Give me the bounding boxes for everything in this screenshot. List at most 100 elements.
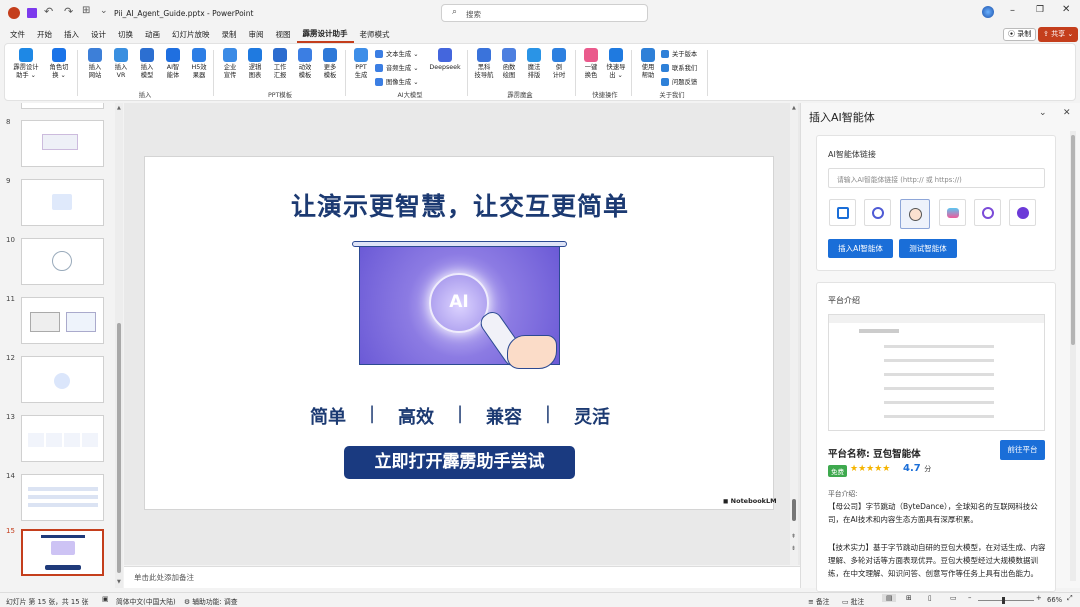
agent-platform-option-5[interactable]: [974, 199, 1001, 226]
feedback-button[interactable]: 问题反馈: [661, 77, 697, 86]
tab-home[interactable]: 开始: [31, 27, 58, 43]
platform-intro-card: 平台介绍 平台名称: 豆包智能体 前往平台 免费 ★★★★★ 4.7 分 平台介…: [816, 282, 1056, 592]
insert-website-button[interactable]: 插入 网站: [81, 48, 109, 80]
slideshow-icon[interactable]: ▭: [950, 594, 956, 602]
slide-scrollbar[interactable]: ▲ ⇞ ⇟: [790, 103, 798, 565]
tab-design[interactable]: 设计: [85, 27, 112, 43]
reading-view-icon[interactable]: ▯: [928, 594, 932, 602]
agent-platform-option-1[interactable]: [829, 199, 856, 226]
role-switch-button[interactable]: 角色切 换 ⌄: [45, 48, 73, 80]
ai-agent-button[interactable]: AI智 能体: [159, 48, 187, 80]
zoom-out-icon[interactable]: –: [968, 594, 971, 602]
cta-banner[interactable]: 立即打开霹雳助手尝试: [344, 446, 575, 479]
fit-slide-icon[interactable]: ⤢: [1067, 594, 1072, 603]
zoom-level[interactable]: 66%: [1047, 596, 1062, 604]
tab-review[interactable]: 审阅: [243, 27, 270, 43]
agent-platform-option-4[interactable]: [939, 199, 966, 226]
undo-icon[interactable]: ↶: [44, 5, 53, 18]
contact-us-button[interactable]: 联系我们: [661, 63, 697, 72]
quick-export-button[interactable]: 快速导 出 ⌄: [602, 48, 630, 80]
panel-scroll-thumb[interactable]: [1071, 135, 1075, 345]
text-generate-button[interactable]: 文本生成 ⌄: [375, 49, 418, 58]
thumbnail-scroll-thumb[interactable]: [117, 323, 121, 573]
test-agent-button[interactable]: 测试智能体: [899, 239, 957, 258]
one-click-color-button[interactable]: 一键 换色: [577, 48, 605, 80]
tab-insert[interactable]: 插入: [58, 27, 85, 43]
share-button[interactable]: ⇪ 共享 ⌄: [1038, 27, 1079, 42]
more-template-button[interactable]: 更多 模板: [316, 48, 344, 80]
notes-toggle-button[interactable]: ≡ 备注: [808, 596, 829, 606]
zoom-slider-thumb[interactable]: [1002, 597, 1005, 604]
slide-scroll-thumb[interactable]: [792, 499, 796, 521]
about-version-button[interactable]: 关于版本: [661, 49, 697, 58]
ppt-generate-button[interactable]: PPT 生成: [347, 48, 375, 80]
tab-file[interactable]: 文件: [4, 27, 31, 43]
agent-platform-option-2[interactable]: [864, 199, 891, 226]
insert-agent-button[interactable]: 插入AI智能体: [828, 239, 893, 258]
robot-icon: [871, 207, 884, 219]
agent-platform-option-3[interactable]: [900, 199, 930, 229]
slide-thumbnail-13[interactable]: [21, 415, 104, 462]
magic-layout-button[interactable]: 魔法 排版: [520, 48, 548, 80]
tab-animations[interactable]: 动画: [139, 27, 166, 43]
slide-thumbnail-11[interactable]: [21, 297, 104, 344]
tab-teacher-mode[interactable]: 老师模式: [354, 27, 396, 43]
tab-view[interactable]: 视图: [270, 27, 297, 43]
notes-field[interactable]: 单击此处添加备注: [124, 566, 800, 588]
redo-icon[interactable]: ↷: [64, 5, 73, 18]
quick-access-icon[interactable]: ⊞: [82, 5, 90, 16]
work-report-button[interactable]: 工作 汇报: [266, 48, 294, 80]
agent-link-input[interactable]: 请输入AI智能体链接 (http:// 或 https://): [828, 168, 1045, 188]
help-button[interactable]: 使用 帮助: [634, 48, 662, 80]
tech-nav-button[interactable]: 黑科 技导航: [470, 48, 498, 80]
countdown-button[interactable]: 倒 计时: [545, 48, 573, 80]
customize-icon[interactable]: ⌄: [100, 6, 108, 16]
agent-platform-option-6[interactable]: [1009, 199, 1036, 226]
slide-thumbnail-14[interactable]: [21, 474, 104, 521]
slide-thumbnail-9[interactable]: [21, 179, 104, 226]
panel-close-icon[interactable]: ✕: [1063, 108, 1071, 118]
user-avatar[interactable]: [982, 6, 994, 18]
slide-canvas[interactable]: 让演示更智慧，让交互更简单 AI 简单 | 高效 | 兼容 | 灵活 立即打开霹…: [144, 156, 777, 510]
image-generate-button[interactable]: 图像生成 ⌄: [375, 77, 418, 86]
close-icon[interactable]: ✕: [1062, 4, 1070, 15]
maximize-icon[interactable]: ❐: [1036, 5, 1044, 15]
function-plot-button[interactable]: 函数 绘图: [495, 48, 523, 80]
tab-slideshow[interactable]: 幻灯片放映: [166, 27, 216, 43]
zoom-slider[interactable]: [978, 597, 1034, 604]
save-icon[interactable]: [27, 8, 37, 18]
slide-thumbnail-7[interactable]: [21, 103, 104, 109]
goto-platform-button[interactable]: 前往平台: [1000, 440, 1045, 460]
h5-effects-button[interactable]: H5效 果器: [185, 48, 213, 80]
chevron-down-icon[interactable]: ⌄: [1039, 108, 1047, 118]
slide-thumbnail-10[interactable]: [21, 238, 104, 285]
motion-template-button[interactable]: 动效 模板: [291, 48, 319, 80]
slide-thumbnail-15[interactable]: [21, 529, 104, 576]
spellcheck-icon[interactable]: ▣: [102, 595, 108, 603]
accessibility-status[interactable]: ⚙ 辅助功能: 调查: [184, 596, 238, 606]
panel-scrollbar[interactable]: [1070, 131, 1076, 581]
slide-thumbnail-12[interactable]: [21, 356, 104, 403]
comments-toggle-button[interactable]: ▭ 批注: [842, 596, 864, 606]
slide-thumbnail-8[interactable]: [21, 120, 104, 167]
normal-view-icon[interactable]: ▤: [882, 594, 897, 602]
website-icon: [88, 48, 102, 62]
record-button[interactable]: ⦿ 录制: [1003, 28, 1037, 41]
thumbnail-scrollbar[interactable]: ▲ ▼: [115, 103, 123, 588]
logic-chart-button[interactable]: 逻辑 图表: [241, 48, 269, 80]
deepseek-button[interactable]: Deepseek: [426, 48, 464, 72]
slide-number: 13: [6, 413, 15, 421]
audio-generate-button[interactable]: 音频生成 ⌄: [375, 63, 418, 72]
zoom-in-icon[interactable]: +: [1036, 594, 1042, 602]
tab-record[interactable]: 录制: [216, 27, 243, 43]
corporate-button[interactable]: 企业 宣传: [216, 48, 244, 80]
minimize-icon[interactable]: –: [1010, 5, 1015, 16]
slide-sorter-icon[interactable]: ⊞: [906, 594, 912, 602]
pili-assistant-button[interactable]: 霹雳设计 助手 ⌄: [9, 48, 43, 80]
insert-model-button[interactable]: 插入 模型: [133, 48, 161, 80]
tab-transitions[interactable]: 切换: [112, 27, 139, 43]
search-box[interactable]: ⌕ 搜索: [441, 4, 648, 22]
tab-pili-assistant[interactable]: 霹雳设计助手: [296, 27, 354, 43]
language-indicator[interactable]: 简体中文(中国大陆): [116, 596, 176, 606]
insert-vr-button[interactable]: 插入 VR: [107, 48, 135, 80]
